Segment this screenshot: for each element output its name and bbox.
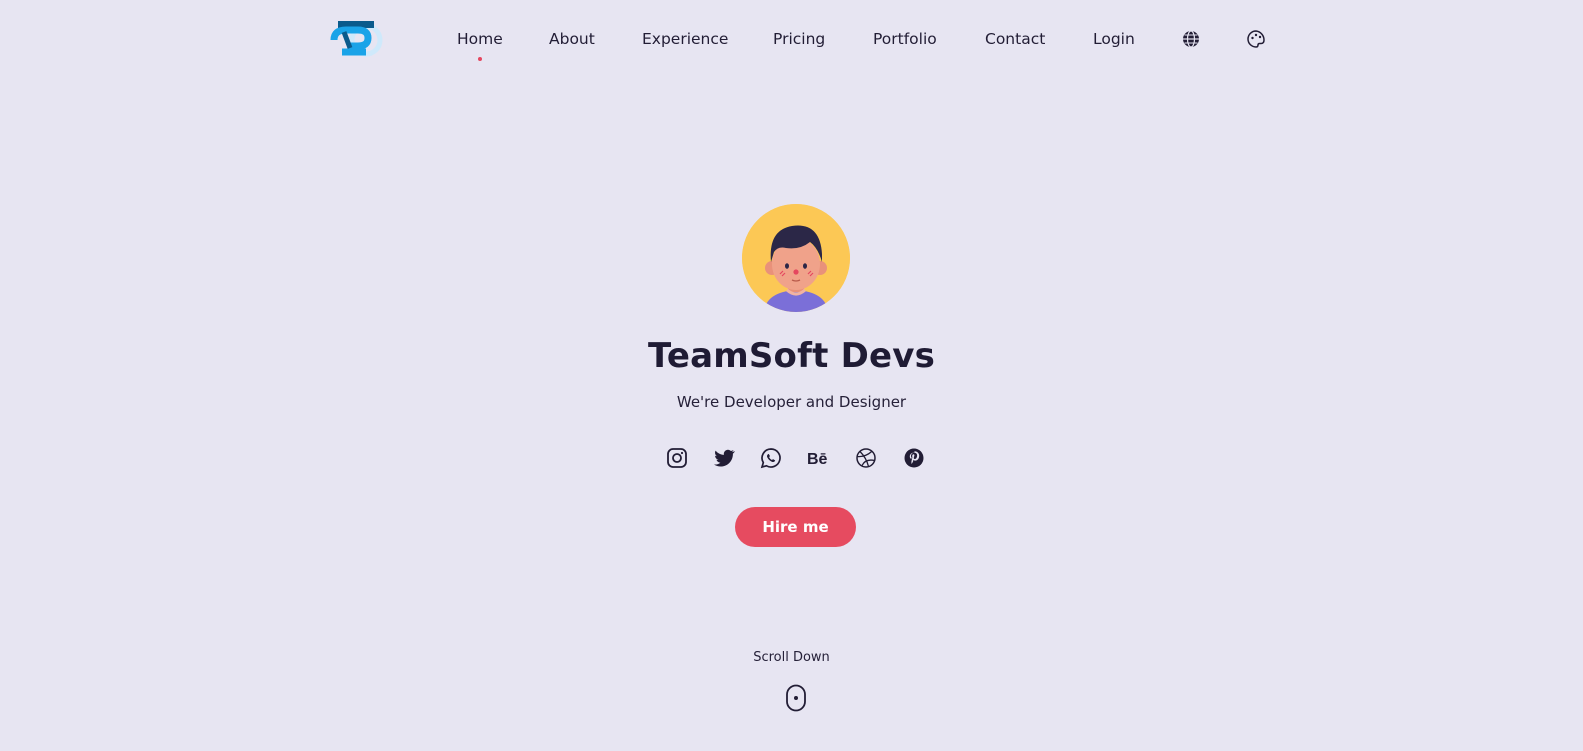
whatsapp-icon[interactable] [759, 446, 783, 470]
scroll-down-label: Scroll Down [753, 650, 830, 665]
hire-me-button[interactable]: Hire me [735, 507, 856, 547]
avatar [742, 204, 850, 312]
twitter-icon[interactable] [712, 446, 736, 470]
hero-tagline: We're Developer and Designer [676, 393, 907, 411]
avatar-illustration-icon [742, 204, 850, 312]
mouse-scroll-icon[interactable] [785, 684, 807, 712]
hero-title: TeamSoft Devs [647, 336, 936, 376]
dribbble-icon[interactable] [854, 446, 878, 470]
hero-section: TeamSoft Devs We're Developer and Design… [0, 0, 1583, 751]
svg-text:Bē: Bē [807, 451, 828, 468]
instagram-icon[interactable] [665, 446, 689, 470]
behance-icon[interactable]: Bē [806, 446, 832, 470]
pinterest-icon[interactable] [902, 446, 926, 470]
